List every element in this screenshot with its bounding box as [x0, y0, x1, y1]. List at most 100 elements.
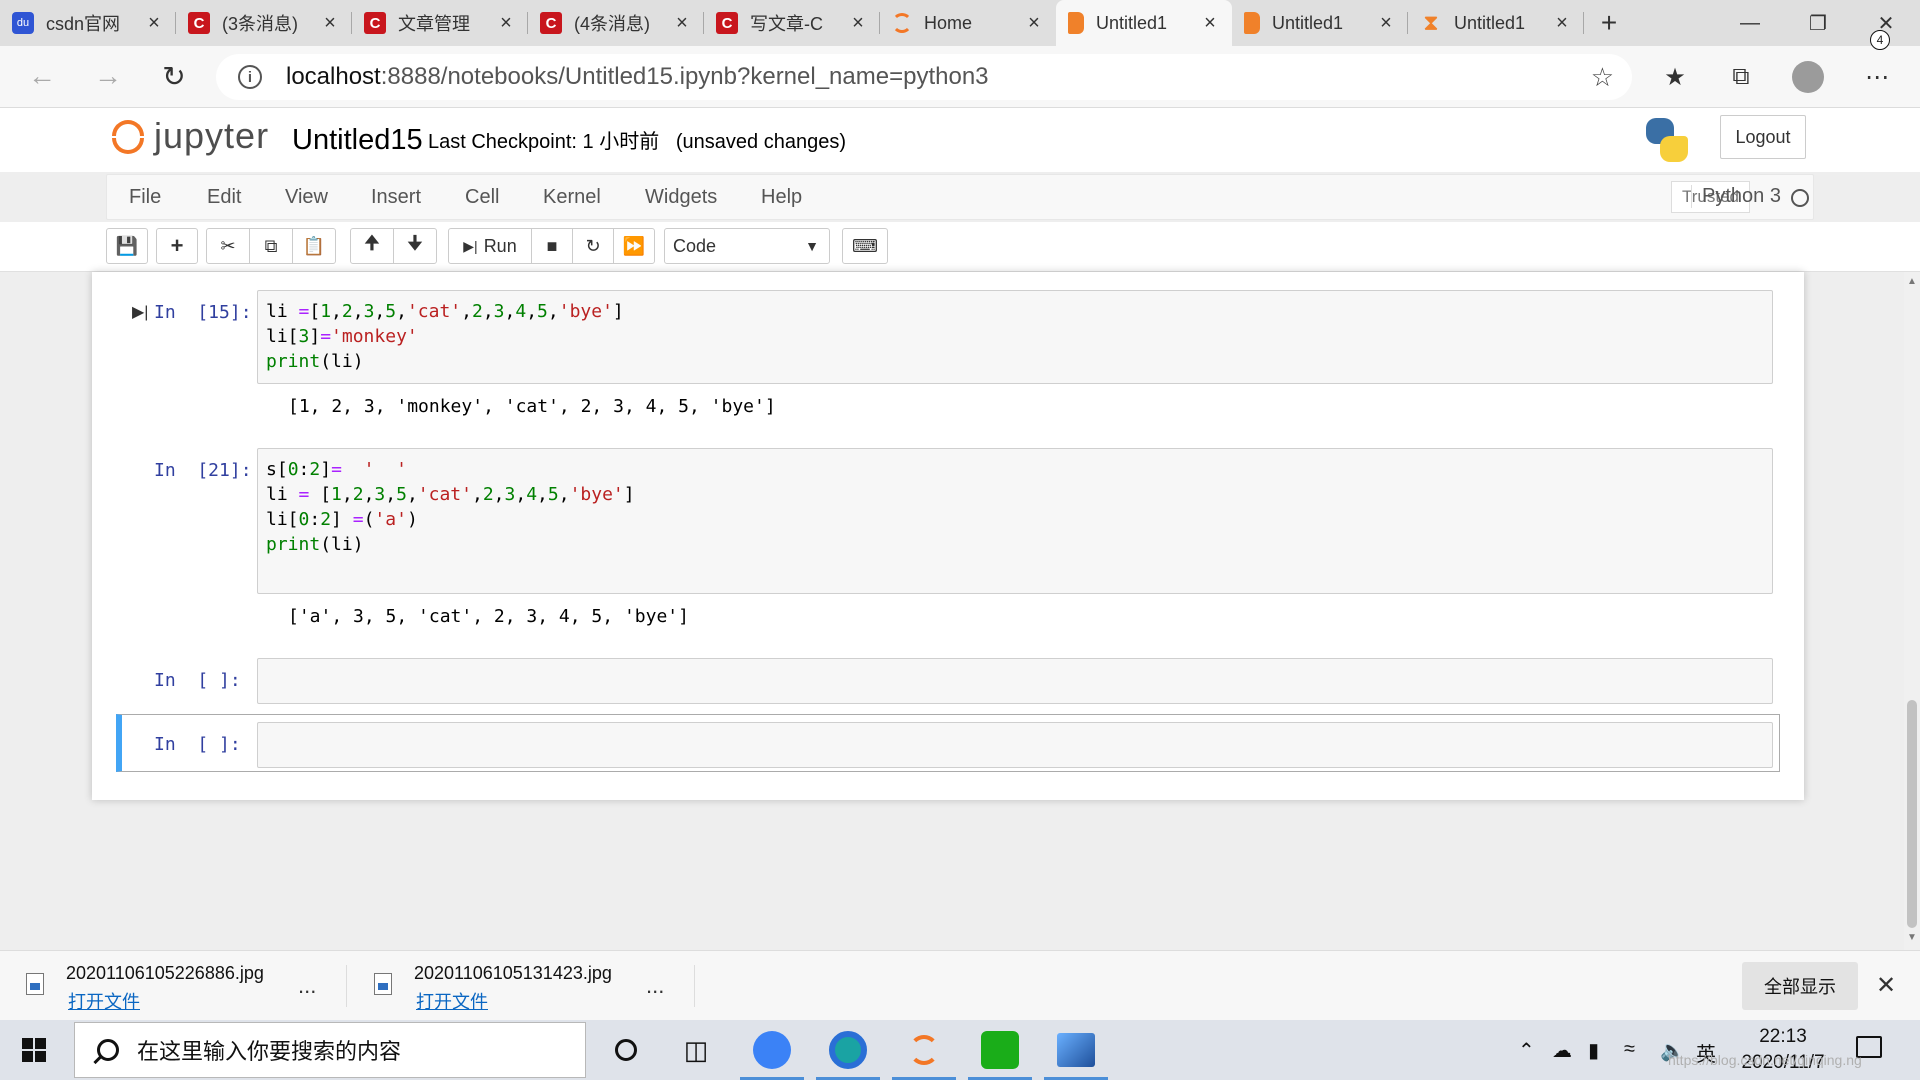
collections-icon[interactable]: ⧉	[1724, 60, 1758, 94]
close-tab-icon[interactable]: ×	[1552, 12, 1572, 35]
cell-type-value: Code	[673, 235, 717, 256]
browser-tab[interactable]: ⧗ Untitled1 ×	[1408, 0, 1584, 46]
scroll-down-icon[interactable]: ▼	[1907, 932, 1917, 943]
show-hidden-icons-icon[interactable]: ⌃	[1518, 1038, 1535, 1063]
more-menu-icon[interactable]: ⋯	[1860, 60, 1894, 94]
onedrive-cloud-icon[interactable]: ☁	[1552, 1038, 1572, 1063]
interrupt-icon[interactable]: ■	[531, 228, 573, 264]
site-info-icon[interactable]: i	[238, 65, 262, 89]
taskbar-search-box[interactable]: 在这里输入你要搜索的内容	[74, 1022, 586, 1078]
jupyter-logo[interactable]: jupyter	[110, 114, 269, 158]
paw-icon: du	[12, 12, 34, 34]
browser-tab[interactable]: C (4条消息) ×	[528, 0, 704, 46]
open-file-link[interactable]: 打开文件	[68, 988, 140, 1014]
close-tab-icon[interactable]: ×	[144, 12, 164, 35]
browser-tab[interactable]: C 文章管理 ×	[352, 0, 528, 46]
move-up-icon[interactable]: 🠉	[350, 228, 394, 264]
menu-insert[interactable]: Insert	[371, 186, 421, 209]
download-filename: 20201106105226886.jpg	[66, 963, 264, 983]
restart-run-all-icon[interactable]: ⏩	[613, 228, 655, 264]
jupyter-ring-icon	[892, 13, 912, 33]
cortana-icon[interactable]	[604, 1028, 648, 1072]
close-tab-icon[interactable]: ×	[1200, 12, 1220, 35]
download-item[interactable]: 20201106105226886.jpg 打开文件 ...	[26, 961, 336, 1014]
copy-icon[interactable]: ⧉	[249, 228, 293, 264]
menu-view[interactable]: View	[285, 186, 328, 209]
page-scrollbar[interactable]: ▲ ▼	[1904, 272, 1920, 950]
refresh-icon[interactable]: ↻	[156, 58, 192, 94]
code-cell-input[interactable]: s[0:2]= ' ' li = [1,2,3,5,'cat',2,3,4,5,…	[257, 448, 1773, 594]
run-button[interactable]: ▶| Run	[448, 228, 532, 264]
close-tab-icon[interactable]: ×	[1376, 12, 1396, 35]
jupyter-header: jupyter Untitled15 Logout	[0, 108, 1920, 172]
browser-tab[interactable]: C (3条消息) ×	[176, 0, 352, 46]
favorites-list-icon[interactable]: ★	[1658, 60, 1692, 94]
menu-widgets[interactable]: Widgets	[645, 186, 717, 209]
menu-kernel[interactable]: Kernel	[543, 186, 601, 209]
code-cell-input[interactable]	[257, 722, 1773, 768]
close-tab-icon[interactable]: ×	[848, 12, 868, 35]
battery-icon[interactable]: ▮	[1588, 1038, 1599, 1063]
browser-tab[interactable]: Home ×	[880, 0, 1056, 46]
checkpoint-status: Last Checkpoint: 1 小时前 (unsaved changes)	[428, 125, 846, 154]
image-file-icon	[26, 973, 44, 995]
favorite-star-icon[interactable]: ☆	[1591, 62, 1614, 93]
new-tab-button[interactable]: +	[1584, 0, 1634, 46]
close-tab-icon[interactable]: ×	[672, 12, 692, 35]
profile-avatar[interactable]	[1792, 61, 1824, 93]
close-tab-icon[interactable]: ×	[496, 12, 516, 35]
close-tab-icon[interactable]: ×	[1024, 12, 1044, 35]
restore-icon[interactable]: ❐	[1784, 0, 1852, 46]
insert-cell-icon[interactable]: +	[156, 228, 198, 264]
tab-title: Home	[924, 12, 973, 33]
wifi-icon[interactable]: ≈	[1624, 1038, 1635, 1061]
notebook-icon	[1068, 12, 1084, 34]
kernel-name[interactable]: Python 3	[1691, 185, 1781, 208]
paste-icon[interactable]: 📋	[292, 228, 336, 264]
menu-help[interactable]: Help	[761, 186, 802, 209]
jupyter-logo-text: jupyter	[154, 115, 270, 156]
close-tab-icon[interactable]: ×	[320, 12, 340, 35]
show-all-downloads-button[interactable]: 全部显示	[1742, 962, 1858, 1010]
code-cell-input[interactable]	[257, 658, 1773, 704]
browser-tab[interactable]: C 写文章-C ×	[704, 0, 880, 46]
address-bar[interactable]: i localhost:8888/notebooks/Untitled15.ip…	[216, 54, 1632, 100]
scroll-up-icon[interactable]: ▲	[1907, 276, 1917, 287]
feishu-app-icon[interactable]	[740, 1028, 804, 1080]
photos-app-icon[interactable]	[1044, 1028, 1108, 1080]
run-cell-icon[interactable]: ▶|	[132, 302, 148, 322]
scrollbar-thumb[interactable]	[1907, 700, 1917, 928]
edge-browser-icon[interactable]	[816, 1028, 880, 1080]
url-path: :8888/notebooks/Untitled15.ipynb?kernel_…	[380, 63, 989, 90]
close-download-bar-icon[interactable]: ✕	[1876, 971, 1896, 1000]
notebook-name[interactable]: Untitled15	[292, 124, 423, 157]
logout-button[interactable]: Logout	[1720, 115, 1806, 159]
tab-title: 文章管理	[398, 14, 470, 34]
download-item[interactable]: 20201106105131423.jpg 打开文件 ...	[374, 961, 684, 1014]
download-more-icon[interactable]: ...	[646, 973, 664, 999]
windows-start-icon[interactable]	[22, 1038, 46, 1062]
wechat-icon[interactable]	[968, 1028, 1032, 1080]
save-icon[interactable]: 💾	[106, 228, 148, 264]
download-more-icon[interactable]: ...	[298, 973, 316, 999]
open-file-link[interactable]: 打开文件	[416, 988, 488, 1014]
cell-type-select[interactable]: Code ▼	[664, 228, 830, 264]
browser-tab[interactable]: Untitled1 ×	[1232, 0, 1408, 46]
menu-cell[interactable]: Cell	[465, 186, 499, 209]
restart-icon[interactable]: ↻	[572, 228, 614, 264]
task-view-icon[interactable]: ◫	[674, 1028, 718, 1072]
minimize-icon[interactable]: —	[1716, 0, 1784, 46]
code-cell-input[interactable]: li =[1,2,3,5,'cat',2,3,4,5,'bye'] li[3]=…	[257, 290, 1773, 384]
browser-tab[interactable]: du csdn官网 ×	[0, 0, 176, 46]
csdn-icon: C	[716, 12, 738, 34]
forward-arrow-icon[interactable]: →	[90, 58, 126, 94]
taskbar-clock[interactable]: 22:13 2020/11/7	[1738, 1024, 1828, 1076]
menu-file[interactable]: File	[129, 186, 161, 209]
back-arrow-icon[interactable]: ←	[24, 58, 60, 94]
jupyter-app-icon[interactable]	[892, 1028, 956, 1080]
menu-edit[interactable]: Edit	[207, 186, 241, 209]
browser-tab-active[interactable]: Untitled1 ×	[1056, 0, 1232, 46]
cut-icon[interactable]: ✂	[206, 228, 250, 264]
keyboard-shortcuts-icon[interactable]: ⌨	[842, 228, 888, 264]
move-down-icon[interactable]: 🠋	[393, 228, 437, 264]
